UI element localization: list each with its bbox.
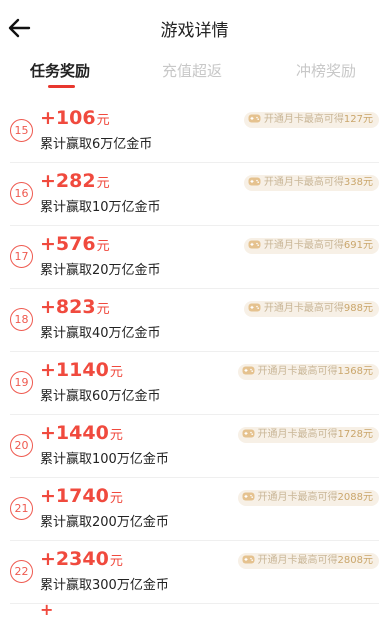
reward-row[interactable]: 15 +106元累计赢取6万亿金币 开通月卡最高可得127元 <box>10 100 379 163</box>
row-number: 19 <box>10 371 33 394</box>
task-description: 累计赢取20万亿金币 <box>40 263 161 278</box>
row-number: 21 <box>10 497 33 520</box>
reward-amount: +2340元 <box>40 548 123 570</box>
gamepad-icon <box>242 555 255 564</box>
badge-prefix: 开通月卡最高可得 <box>257 555 338 566</box>
tab-task-rewards[interactable]: 任务奖励 <box>30 60 90 81</box>
monthly-card-badge[interactable]: 开通月卡最高可得988元 <box>243 301 379 317</box>
monthly-card-badge[interactable]: 开通月卡最高可得2808元 <box>237 553 379 569</box>
amount-unit: 元 <box>96 113 110 128</box>
monthly-card-badge[interactable]: 开通月卡最高可得691元 <box>243 238 379 254</box>
amount-unit: 元 <box>109 554 123 569</box>
reward-row[interactable]: 19 +1140元累计赢取60万亿金币 开通月卡最高可得1368元 <box>10 352 379 415</box>
task-description: 累计赢取300万亿金币 <box>40 578 169 593</box>
badge-prefix: 开通月卡最高可得 <box>257 429 338 440</box>
header: 游戏详情 <box>0 0 389 56</box>
reward-amount: +1740元 <box>40 485 123 507</box>
reward-amount: +1440元 <box>40 422 123 444</box>
tab-recharge-rebate[interactable]: 充值超返 <box>162 60 222 81</box>
amount-unit: 元 <box>109 491 123 506</box>
badge-max-amount: 691元 <box>343 240 373 251</box>
badge-prefix: 开通月卡最高可得 <box>263 240 344 251</box>
active-tab-indicator <box>48 85 75 88</box>
partial-row-peek: + <box>40 600 54 619</box>
amount-unit: 元 <box>109 428 123 443</box>
row-number: 16 <box>10 182 33 205</box>
reward-list: 15 +106元 累计赢取6万亿金币 开通月卡最高可得127元 16 +282元 累计赢取1… <box>0 100 389 604</box>
row-number: 17 <box>10 245 33 268</box>
badge-max-amount: 1368元 <box>337 366 373 377</box>
tab-ranking-rewards[interactable]: 冲榜奖励 <box>296 60 356 81</box>
reward-amount: +106元 <box>40 107 110 129</box>
monthly-card-badge[interactable]: 开通月卡最高可得1368元 <box>237 364 379 380</box>
badge-max-amount: 1728元 <box>337 429 373 440</box>
reward-amount: +823元 <box>40 296 110 318</box>
amount-unit: 元 <box>96 239 110 254</box>
task-description: 累计赢取60万亿金币 <box>40 389 161 404</box>
gamepad-icon <box>248 177 261 186</box>
reward-row[interactable]: 18 +823元累计赢取40万亿金币 开通月卡最高可得988元 <box>10 289 379 352</box>
reward-row[interactable]: 20 +1440元累计赢取100万亿金币 开通月卡最高可得1728元 <box>10 415 379 478</box>
badge-max-amount: 2808元 <box>337 555 373 566</box>
task-description: 累计赢取100万亿金币 <box>40 452 169 467</box>
monthly-card-badge[interactable]: 开通月卡最高可得1728元 <box>237 427 379 443</box>
badge-max-amount: 127元 <box>343 114 373 125</box>
badge-prefix: 开通月卡最高可得 <box>263 177 344 188</box>
reward-amount: +1140元 <box>40 359 123 381</box>
reward-amount: +576元 <box>40 233 110 255</box>
task-description: 累计赢取40万亿金币 <box>40 326 161 341</box>
row-number: 15 <box>10 119 33 142</box>
badge-max-amount: 338元 <box>343 177 373 188</box>
monthly-card-badge[interactable]: 开通月卡最高可得127元 <box>243 112 379 128</box>
amount-unit: 元 <box>96 176 110 191</box>
monthly-card-badge[interactable]: 开通月卡最高可得338元 <box>243 175 379 191</box>
badge-prefix: 开通月卡最高可得 <box>257 366 338 377</box>
badge-max-amount: 2088元 <box>337 492 373 503</box>
gamepad-icon <box>248 303 261 312</box>
page-title: 游戏详情 <box>160 21 229 41</box>
row-number: 20 <box>10 434 33 457</box>
row-number: 18 <box>10 308 33 331</box>
reward-row[interactable]: 16 +282元累计赢取10万亿金币 开通月卡最高可得338元 <box>10 163 379 226</box>
badge-prefix: 开通月卡最高可得 <box>257 492 338 503</box>
tab-bar: 任务奖励 充值超返 冲榜奖励 <box>0 56 389 98</box>
gamepad-icon <box>242 429 255 438</box>
gamepad-icon <box>242 366 255 375</box>
reward-row[interactable]: 17 +576元累计赢取20万亿金币 开通月卡最高可得691元 <box>10 226 379 289</box>
gamepad-icon <box>248 114 261 123</box>
gamepad-icon <box>248 240 261 249</box>
task-description: 累计赢取6万亿金币 <box>40 137 153 152</box>
row-number: 22 <box>10 560 33 583</box>
gamepad-icon <box>242 492 255 501</box>
reward-row[interactable]: 22 +2340元累计赢取300万亿金币 开通月卡最高可得2808元 <box>10 541 379 604</box>
badge-prefix: 开通月卡最高可得 <box>263 303 344 314</box>
monthly-card-badge[interactable]: 开通月卡最高可得2088元 <box>237 490 379 506</box>
badge-max-amount: 988元 <box>343 303 373 314</box>
task-description: 累计赢取10万亿金币 <box>40 200 161 215</box>
reward-amount: +282元 <box>40 170 110 192</box>
badge-prefix: 开通月卡最高可得 <box>263 114 344 125</box>
amount-unit: 元 <box>109 365 123 380</box>
amount-unit: 元 <box>96 302 110 317</box>
task-description: 累计赢取200万亿金币 <box>40 515 169 530</box>
reward-row[interactable]: 21 +1740元累计赢取200万亿金币 开通月卡最高可得2088元 <box>10 478 379 541</box>
